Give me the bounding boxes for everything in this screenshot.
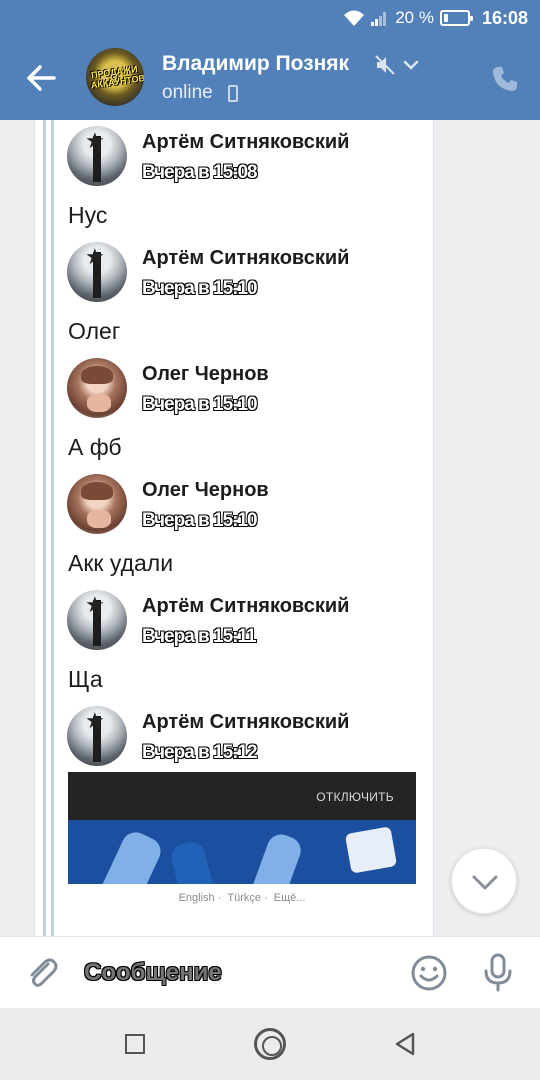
message-time: Вчера в 15:12 (142, 742, 258, 763)
message-text: Акк удали (68, 550, 174, 576)
message-text: Ща (68, 666, 103, 692)
message-author[interactable]: Олег Чернов (142, 479, 269, 502)
illustration-card (344, 826, 398, 874)
message-input[interactable] (84, 955, 384, 991)
battery-percent: 20 % (395, 8, 434, 27)
phone-call-icon[interactable] (490, 64, 520, 94)
scroll-down-button[interactable] (451, 848, 517, 914)
illustration-hand (245, 830, 305, 884)
message-author[interactable]: Артём Ситняковский (142, 247, 349, 270)
nav-back-icon[interactable] (394, 1032, 416, 1056)
system-navigation-bar (0, 1008, 540, 1080)
author-avatar[interactable] (67, 242, 127, 302)
smile-icon[interactable] (410, 954, 448, 992)
chevron-down-icon (472, 875, 498, 890)
forwarded-message: Артём Ситняковский Вчера в 15:10 Олег (66, 242, 426, 358)
message-text: Нус (68, 202, 108, 228)
author-avatar[interactable] (67, 590, 127, 650)
message-time: Вчера в 15:10 (142, 510, 258, 531)
forward-rail (51, 120, 54, 936)
message-time: Вчера в 15:10 (142, 278, 258, 299)
chevron-down-icon[interactable] (402, 56, 420, 74)
illustration-hand (168, 838, 222, 884)
clock: 16:08 (481, 7, 528, 28)
language-link[interactable]: Ещё... (274, 892, 306, 904)
microphone-icon[interactable] (482, 953, 514, 993)
image-attachment[interactable]: ОТКЛЮЧИТЬ (68, 772, 416, 884)
message-time: Вчера в 15:08 (142, 162, 258, 183)
home-button[interactable] (254, 1028, 286, 1060)
battery-icon (439, 10, 473, 26)
chat-avatar[interactable]: ПРОДАЖИ АККАУНТОВ (86, 48, 144, 106)
chat-header: ПРОДАЖИ АККАУНТОВ Владимир Позняк online (0, 36, 540, 120)
attachment-language-links: English · Türkçe · Ещё... (178, 892, 306, 904)
author-avatar[interactable] (67, 126, 127, 186)
signal-icon (371, 10, 389, 26)
message-author[interactable]: Артём Ситняковский (142, 711, 349, 734)
attachment-banner: ОТКЛЮЧИТЬ (68, 772, 416, 820)
online-status: online (162, 82, 213, 103)
forward-rail (43, 120, 46, 936)
message-author[interactable]: Олег Чернов (142, 363, 269, 386)
message-time: Вчера в 15:10 (142, 394, 258, 415)
paperclip-icon[interactable] (24, 955, 60, 991)
message-time: Вчера в 15:11 (142, 626, 257, 647)
status-bar: 20 % 16:08 (0, 0, 540, 36)
chat-avatar-text: ПРОДАЖИ АККАУНТОВ (90, 63, 144, 91)
message-list[interactable]: Артём Ситняковский Вчера в 15:08 Нус Арт… (0, 120, 540, 936)
author-avatar[interactable] (67, 706, 127, 766)
mobile-device-icon (228, 85, 238, 102)
language-link[interactable]: Türkçe (227, 892, 261, 904)
author-avatar[interactable] (67, 358, 127, 418)
forwarded-message: Артём Ситняковский Вчера в 15:11 Ща (66, 590, 426, 706)
wifi-icon (344, 10, 365, 26)
message-author[interactable]: Артём Ситняковский (142, 595, 349, 618)
muted-speaker-icon (375, 55, 395, 75)
message-author[interactable]: Артём Ситняковский (142, 131, 349, 154)
forwarded-message: Олег Чернов Вчера в 15:10 Акк удали (66, 474, 426, 590)
forwarded-message: Олег Чернов Вчера в 15:10 А фб (66, 358, 426, 474)
illustration-hand (90, 827, 166, 884)
forwarded-message: Артём Ситняковский Вчера в 15:08 Нус (66, 126, 426, 242)
author-avatar[interactable] (67, 474, 127, 534)
language-link[interactable]: English (179, 892, 215, 904)
chat-title[interactable]: Владимир Позняк (162, 52, 349, 76)
disable-button[interactable]: ОТКЛЮЧИТЬ (316, 790, 394, 804)
message-composer (0, 936, 540, 1008)
message-text: А фб (68, 434, 122, 460)
back-arrow-icon[interactable] (22, 58, 62, 98)
message-text: Олег (68, 318, 121, 344)
recents-button[interactable] (125, 1034, 145, 1054)
